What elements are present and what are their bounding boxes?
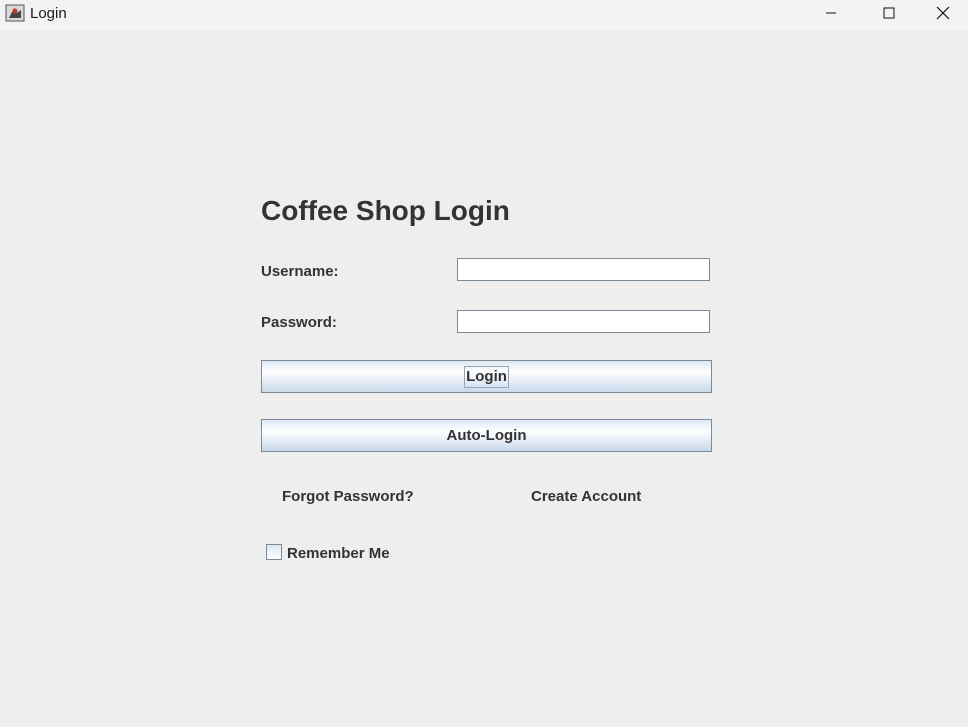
forgot-password-link[interactable]: Forgot Password? — [282, 488, 414, 505]
remember-me-label[interactable]: Remember Me — [287, 545, 390, 562]
create-account-link[interactable]: Create Account — [531, 488, 641, 505]
title-bar: Login — [0, 0, 968, 30]
login-button-label: Login — [464, 365, 509, 388]
auto-login-button[interactable]: Auto-Login — [261, 419, 712, 452]
auto-login-button-label: Auto-Login — [446, 427, 527, 444]
password-label: Password: — [261, 314, 337, 331]
maximize-button[interactable] — [860, 0, 918, 30]
maximize-icon — [883, 6, 895, 24]
close-icon — [936, 6, 950, 25]
page-title: Coffee Shop Login — [261, 195, 510, 226]
java-cup-icon — [5, 3, 25, 23]
remember-me-checkbox[interactable] — [266, 544, 282, 560]
minimize-icon — [825, 6, 837, 24]
password-field[interactable] — [457, 310, 710, 333]
close-button[interactable] — [918, 0, 968, 30]
username-label: Username: — [261, 263, 339, 280]
minimize-button[interactable] — [802, 0, 860, 30]
username-field[interactable] — [457, 258, 710, 281]
login-button[interactable]: Login — [261, 360, 712, 393]
window-title: Login — [30, 5, 67, 22]
